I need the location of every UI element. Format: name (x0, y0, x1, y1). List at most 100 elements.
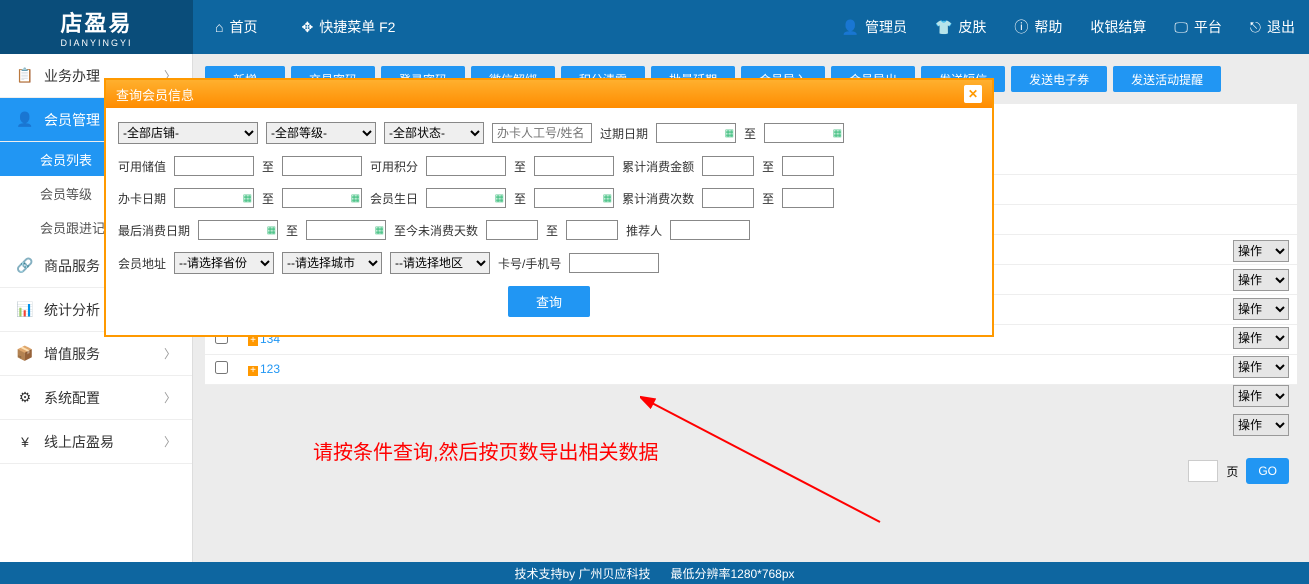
balance-from-input[interactable] (174, 156, 254, 176)
nav-admin[interactable]: 👤 管理员 (828, 0, 921, 54)
city-select[interactable]: --请选择城市 (282, 252, 382, 274)
instruction-text: 请按条件查询,然后按页数导出相关数据 (313, 436, 659, 465)
lastspend-from-input[interactable] (198, 220, 278, 240)
row-op-select[interactable]: 操作 (1233, 327, 1289, 349)
go-button[interactable]: GO (1246, 458, 1289, 484)
gear-icon: ⚙ (16, 389, 34, 407)
sidebar-biz-label: 业务办理 (44, 66, 100, 86)
birthday-to-input[interactable] (534, 188, 614, 208)
logo: 店盈易 DIANYINGYI (0, 0, 193, 54)
lastspend-to-input[interactable] (306, 220, 386, 240)
spendcount-from-input[interactable] (702, 188, 754, 208)
totalspend-to-input[interactable] (782, 156, 834, 176)
to-label: 至 (514, 190, 526, 207)
nav-platform-label: 平台 (1194, 17, 1222, 37)
row-op-select[interactable]: 操作 (1233, 356, 1289, 378)
referrer-input[interactable] (670, 220, 750, 240)
monitor-icon: 🖵 (1174, 19, 1188, 36)
move-icon: ✥ (301, 19, 313, 36)
to-label: 至 (762, 190, 774, 207)
row-op-select[interactable]: 操作 (1233, 414, 1289, 436)
logo-main: 店盈易 (60, 6, 132, 38)
sidebar-valueadd-label: 增值服务 (44, 344, 100, 364)
sidebar-product-label: 商品服务 (44, 256, 100, 276)
to-label: 至 (262, 158, 274, 175)
to-label: 至 (514, 158, 526, 175)
expire-from-input[interactable] (656, 123, 736, 143)
help-icon: ⓘ (1014, 17, 1028, 37)
status-select[interactable]: -全部状态- (384, 122, 484, 144)
totalspend-from-input[interactable] (702, 156, 754, 176)
chart-icon: 📊 (16, 301, 34, 319)
footer: 技术支持by 广州贝应科技 最低分辨率1280*768px (0, 562, 1309, 584)
nav-quickmenu[interactable]: ✥ 快捷菜单 F2 (279, 0, 417, 54)
query-button[interactable]: 查询 (508, 286, 590, 317)
expire-label: 过期日期 (600, 125, 648, 142)
chevron-right-icon: 〉 (164, 389, 176, 406)
points-from-input[interactable] (426, 156, 506, 176)
modal-body: -全部店铺- -全部等级- -全部状态- 过期日期 ▦ 至 ▦ 可用储值 至 可… (106, 108, 992, 335)
balance-label: 可用储值 (118, 158, 166, 175)
clipboard-icon: 📋 (16, 67, 34, 85)
to-label: 至 (744, 125, 756, 142)
nav-home[interactable]: ⌂ 首页 (193, 0, 279, 54)
province-select[interactable]: --请选择省份 (174, 252, 274, 274)
actremind-button[interactable]: 发送活动提醒 (1113, 66, 1221, 92)
store-select[interactable]: -全部店铺- (118, 122, 258, 144)
dayssince-from-input[interactable] (486, 220, 538, 240)
row-checkbox[interactable] (215, 361, 228, 374)
nav-help[interactable]: ⓘ 帮助 (1000, 0, 1076, 54)
sidebar-item-online[interactable]: ¥ 线上店盈易 〉 (0, 420, 192, 464)
to-label: 至 (262, 190, 274, 207)
nav-quick-label: 快捷菜单 F2 (319, 17, 395, 37)
nav-platform[interactable]: 🖵 平台 (1160, 0, 1236, 54)
box-icon: 📦 (16, 345, 34, 363)
exit-icon: ⎋ (1250, 19, 1261, 36)
staff-input[interactable] (492, 123, 592, 143)
carddate-from-input[interactable] (174, 188, 254, 208)
expire-to-input[interactable] (764, 123, 844, 143)
home-icon: ⌂ (215, 19, 223, 35)
nav-home-label: 首页 (229, 17, 257, 37)
footer-resolution: 最低分辨率1280*768px (670, 565, 794, 582)
sidebar-item-sysconf[interactable]: ⚙ 系统配置 〉 (0, 376, 192, 420)
sidebar-item-valueadd[interactable]: 📦 增值服务 〉 (0, 332, 192, 376)
district-select[interactable]: --请选择地区 (390, 252, 490, 274)
birthday-from-input[interactable] (426, 188, 506, 208)
table-row[interactable]: +123 (205, 354, 1297, 384)
balance-to-input[interactable] (282, 156, 362, 176)
lastspend-label: 最后消费日期 (118, 222, 190, 239)
to-label: 至 (546, 222, 558, 239)
row-op-select[interactable]: 操作 (1233, 269, 1289, 291)
arrow-annotation (640, 392, 900, 532)
nav-admin-label: 管理员 (865, 17, 907, 37)
level-select[interactable]: -全部等级- (266, 122, 376, 144)
row-op-select[interactable]: 操作 (1233, 240, 1289, 262)
nav-skin[interactable]: 👕 皮肤 (921, 0, 1000, 54)
spendcount-to-input[interactable] (782, 188, 834, 208)
chevron-right-icon: 〉 (164, 345, 176, 362)
points-to-input[interactable] (534, 156, 614, 176)
footer-support: 技术支持by 广州贝应科技 (514, 565, 650, 582)
page-input[interactable] (1188, 460, 1218, 482)
row-op-select[interactable]: 操作 (1233, 385, 1289, 407)
ecoupon-button[interactable]: 发送电子券 (1011, 66, 1107, 92)
sidebar-online-label: 线上店盈易 (44, 432, 114, 452)
nav-help-label: 帮助 (1034, 17, 1062, 37)
sidebar-member-label: 会员管理 (44, 110, 100, 130)
dayssince-label: 至今未消费天数 (394, 222, 478, 239)
close-icon[interactable]: ✕ (964, 85, 982, 103)
nav-exit[interactable]: ⎋ 退出 (1236, 0, 1309, 54)
page-label: 页 (1226, 463, 1238, 480)
modal-titlebar: 查询会员信息 ✕ (106, 80, 992, 108)
dayssince-to-input[interactable] (566, 220, 618, 240)
user-icon: 👤 (16, 111, 34, 129)
totalspend-label: 累计消费金额 (622, 158, 694, 175)
row-op-select[interactable]: 操作 (1233, 298, 1289, 320)
carddate-to-input[interactable] (282, 188, 362, 208)
cny-icon: ¥ (16, 433, 34, 451)
skin-icon: 👕 (935, 19, 952, 36)
carddate-label: 办卡日期 (118, 190, 166, 207)
nav-settle[interactable]: 收银结算 (1076, 0, 1160, 54)
cardphone-input[interactable] (569, 253, 659, 273)
